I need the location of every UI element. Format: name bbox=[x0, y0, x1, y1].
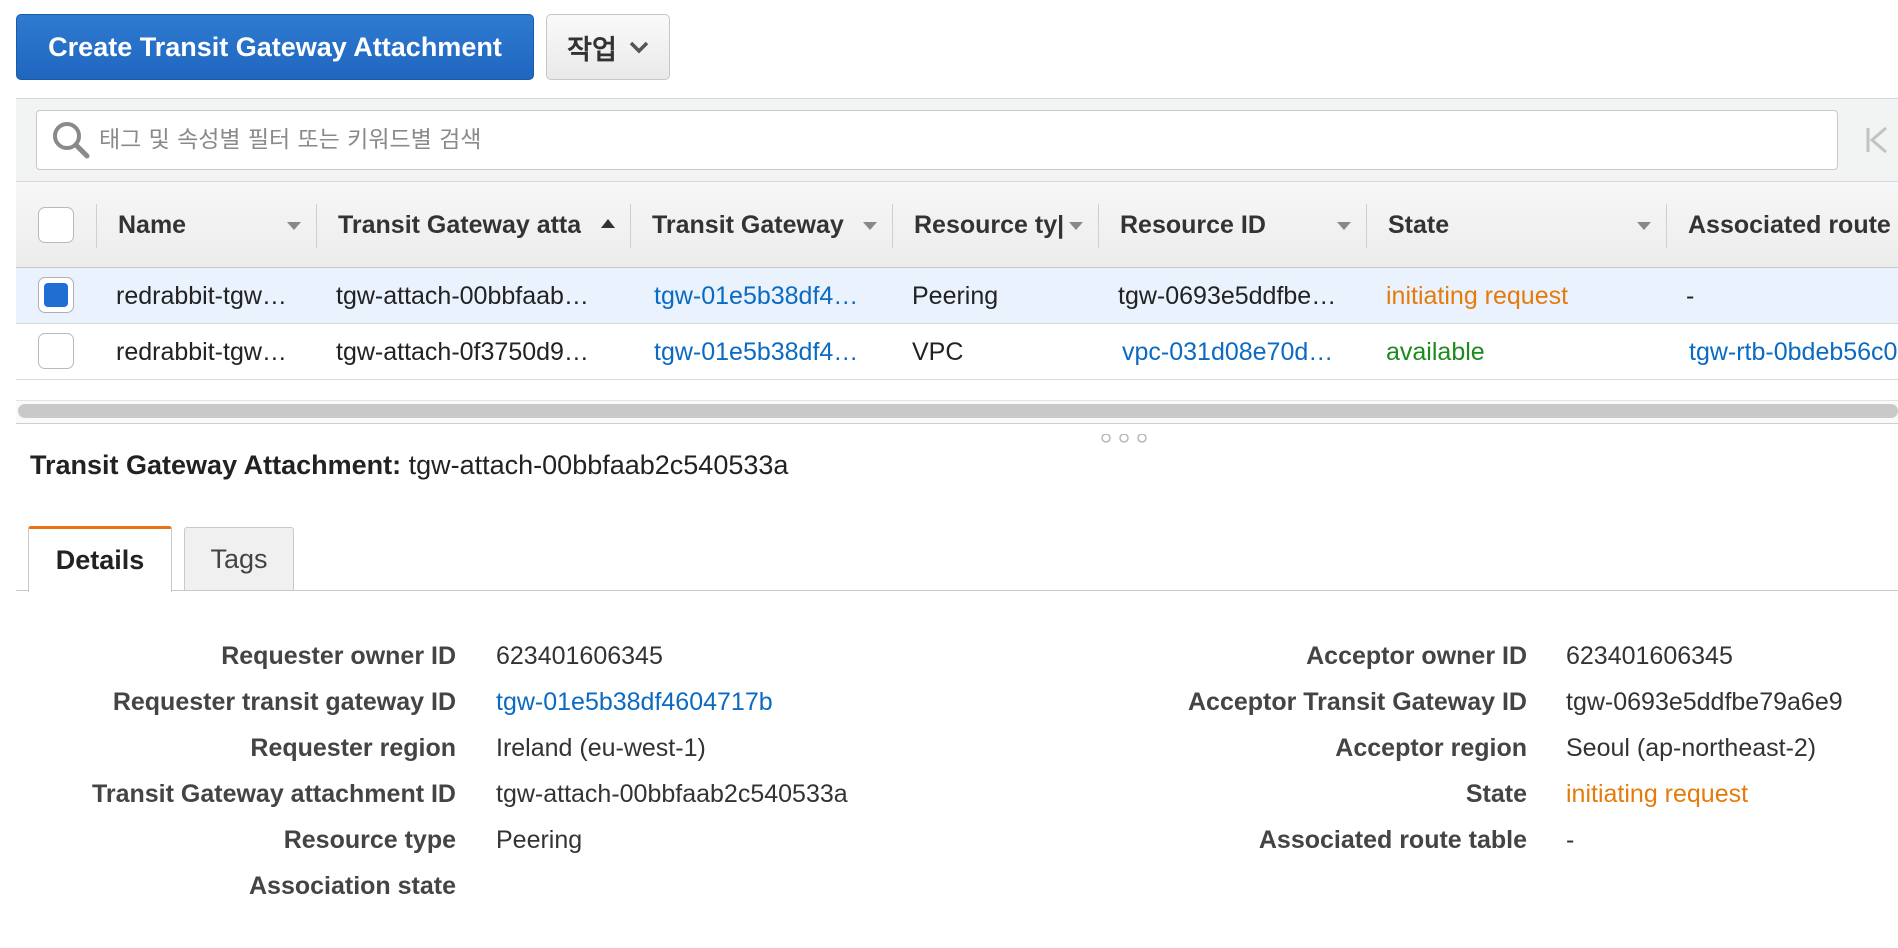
cell-state: initiating request bbox=[1386, 282, 1569, 310]
resource-type-value: Peering bbox=[496, 826, 583, 854]
chevron-down-icon[interactable] bbox=[862, 221, 878, 231]
table-row[interactable]: redrabbit-tgw… tgw-attach-0f3750d9… tgw-… bbox=[16, 324, 1898, 380]
cell-associated-route: - bbox=[1686, 282, 1695, 310]
detail-title: Transit Gateway Attachment: tgw-attach-0… bbox=[30, 450, 788, 481]
resize-handle-icon[interactable] bbox=[1098, 434, 1150, 444]
acceptor-owner-id-value: 623401606345 bbox=[1566, 642, 1733, 670]
acceptor-region-value: Seoul (ap-northeast-2) bbox=[1566, 734, 1817, 762]
sort-ascending-icon[interactable] bbox=[600, 217, 616, 229]
column-header-resource-type[interactable]: Resource ty| bbox=[914, 182, 1064, 268]
state-label: State bbox=[1465, 780, 1527, 808]
table-row[interactable]: redrabbit-tgw… tgw-attach-00bbfaab… tgw-… bbox=[16, 268, 1898, 324]
association-state-label: Association state bbox=[248, 872, 456, 900]
attachment-id-value: tgw-attach-00bbfaab2c540533a bbox=[496, 780, 848, 808]
cell-name: redrabbit-tgw… bbox=[116, 338, 287, 366]
state-value: initiating request bbox=[1566, 780, 1749, 808]
column-header-resource-id[interactable]: Resource ID bbox=[1120, 182, 1320, 268]
requester-region-label: Requester region bbox=[250, 734, 456, 762]
associated-route-table-label: Associated route table bbox=[1258, 826, 1527, 854]
column-header-associated-route[interactable]: Associated route bbox=[1688, 182, 1898, 268]
chevron-down-icon[interactable] bbox=[1068, 221, 1084, 231]
tabs-divider bbox=[16, 590, 1898, 591]
column-divider bbox=[1666, 204, 1667, 248]
cell-attachment-id: tgw-attach-00bbfaab… bbox=[336, 282, 589, 310]
column-divider bbox=[630, 204, 631, 248]
cell-transit-gateway-link[interactable]: tgw-01e5b38df4… bbox=[654, 338, 886, 367]
column-header-attachment-id[interactable]: Transit Gateway atta bbox=[338, 182, 594, 268]
create-transit-gateway-attachment-button[interactable]: Create Transit Gateway Attachment bbox=[16, 14, 534, 80]
column-header-transit-gateway[interactable]: Transit Gateway bbox=[652, 182, 862, 268]
chevron-down-icon bbox=[629, 41, 649, 54]
search-container bbox=[36, 110, 1838, 170]
acceptor-owner-id-label: Acceptor owner ID bbox=[1306, 642, 1527, 670]
acceptor-region-label: Acceptor region bbox=[1335, 734, 1527, 762]
chevron-down-icon[interactable] bbox=[1636, 221, 1652, 231]
scrollbar-thumb[interactable] bbox=[18, 404, 1898, 418]
cell-attachment-id: tgw-attach-0f3750d9… bbox=[336, 338, 589, 366]
acceptor-tgw-id-label: Acceptor Transit Gateway ID bbox=[1187, 688, 1527, 716]
column-header-name[interactable]: Name bbox=[118, 182, 310, 268]
requester-region-value: Ireland (eu-west-1) bbox=[496, 734, 706, 762]
requester-owner-id-label: Requester owner ID bbox=[221, 642, 456, 670]
cell-name: redrabbit-tgw… bbox=[116, 282, 287, 310]
column-divider bbox=[96, 204, 97, 248]
cell-associated-route-link[interactable]: tgw-rtb-0bdeb56c0 bbox=[1689, 338, 1898, 367]
resource-type-label: Resource type bbox=[283, 826, 456, 854]
search-icon bbox=[53, 122, 90, 159]
cell-resource-id: tgw-0693e5ddfbe… bbox=[1118, 282, 1337, 310]
column-divider bbox=[892, 204, 893, 248]
actions-dropdown-button[interactable]: 작업 bbox=[546, 14, 670, 80]
tab-details[interactable]: Details bbox=[28, 526, 172, 592]
tab-tags[interactable]: Tags bbox=[184, 527, 294, 590]
detail-title-label: Transit Gateway Attachment: bbox=[30, 450, 402, 480]
cell-resource-id-link[interactable]: vpc-031d08e70d… bbox=[1122, 338, 1364, 367]
column-divider bbox=[1098, 204, 1099, 248]
associated-route-table-value: - bbox=[1566, 826, 1575, 854]
search-input[interactable] bbox=[99, 127, 1799, 153]
detail-title-value: tgw-attach-00bbfaab2c540533a bbox=[408, 450, 789, 480]
acceptor-tgw-id-value: tgw-0693e5ddfbe79a6e9 bbox=[1566, 688, 1843, 716]
requester-owner-id-value: 623401606345 bbox=[496, 642, 663, 670]
column-divider bbox=[1366, 204, 1367, 248]
select-all-checkbox[interactable] bbox=[38, 207, 74, 243]
requester-tgw-id-label: Requester transit gateway ID bbox=[112, 688, 456, 716]
requester-tgw-id-link[interactable]: tgw-01e5b38df4604717b bbox=[496, 688, 773, 717]
chevron-down-icon[interactable] bbox=[286, 221, 302, 231]
create-button-label: Create Transit Gateway Attachment bbox=[48, 31, 502, 62]
cell-state: available bbox=[1386, 338, 1485, 366]
row-checkbox[interactable] bbox=[38, 333, 74, 369]
actions-label: 작업 bbox=[567, 34, 617, 65]
cell-resource-type: Peering bbox=[912, 282, 999, 310]
first-page-icon[interactable] bbox=[1862, 120, 1892, 160]
column-divider bbox=[316, 204, 317, 248]
column-header-state[interactable]: State bbox=[1388, 182, 1588, 268]
chevron-down-icon[interactable] bbox=[1336, 221, 1352, 231]
attachment-id-label: Transit Gateway attachment ID bbox=[91, 780, 456, 808]
row-checkbox[interactable] bbox=[38, 277, 74, 313]
cell-transit-gateway-link[interactable]: tgw-01e5b38df4… bbox=[654, 282, 886, 311]
cell-resource-type: VPC bbox=[912, 338, 964, 366]
